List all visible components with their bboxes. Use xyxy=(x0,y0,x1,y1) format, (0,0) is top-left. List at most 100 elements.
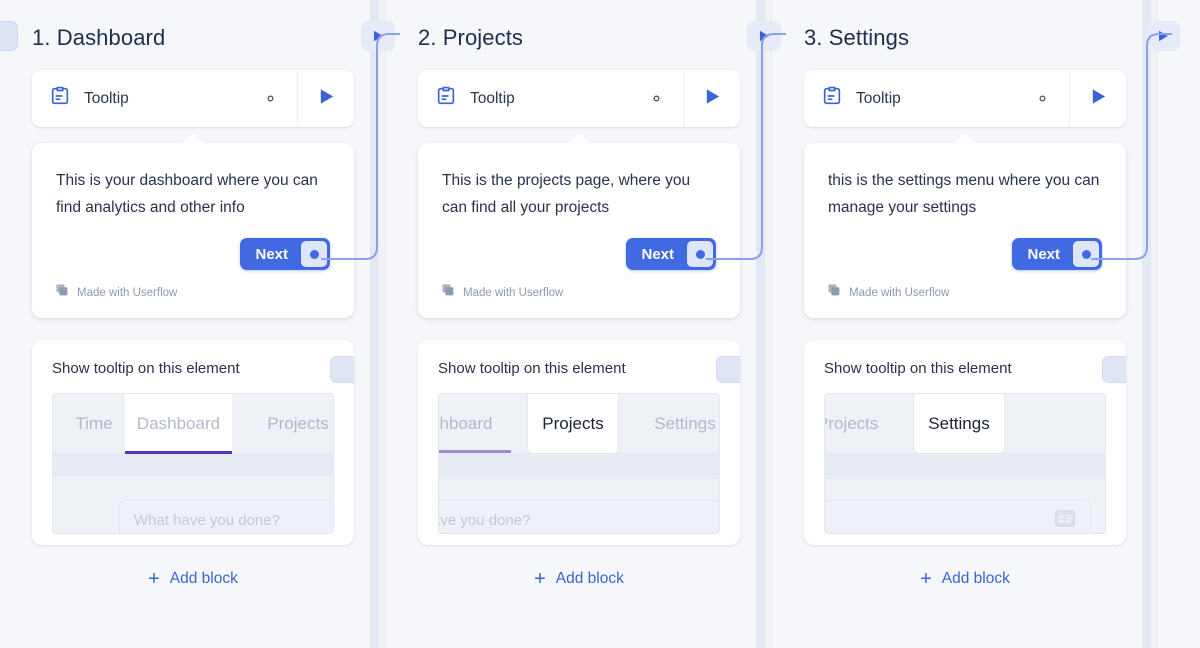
userflow-logo-icon xyxy=(56,284,69,302)
flow-column-3: 3. Settings Tooltip this is the settings… xyxy=(747,0,1180,648)
tooltip-step-label: Tooltip xyxy=(84,89,129,107)
next-connector-port[interactable] xyxy=(1073,241,1099,267)
app-preview-band xyxy=(439,454,719,479)
app-tab-settings[interactable]: Settings xyxy=(913,394,1005,454)
add-block-label: Add block xyxy=(555,570,624,587)
app-preview-input[interactable]: What have you done? xyxy=(119,500,333,533)
play-button[interactable] xyxy=(1069,70,1126,127)
next-connector-port[interactable] xyxy=(301,241,327,267)
app-preview-tabs: shboard Projects Settings xyxy=(439,394,719,454)
tooltip-actions: Next xyxy=(52,238,334,270)
app-preview-band xyxy=(825,454,1105,479)
column-title: 1. Dashboard xyxy=(32,25,166,50)
add-block-button[interactable]: + Add block xyxy=(32,569,354,589)
tooltip-footer-label: Made with Userflow xyxy=(849,287,950,299)
tooltip-actions: Next xyxy=(824,238,1106,270)
app-preview-tabs: Projects Settings xyxy=(825,394,1105,454)
app-preview-tabs: Time Dashboard Projects xyxy=(53,394,333,454)
column-divider xyxy=(1142,0,1158,648)
tooltip-step-header[interactable]: Tooltip xyxy=(804,70,1126,127)
app-tab-settings[interactable]: Settings xyxy=(635,394,719,454)
play-button[interactable] xyxy=(683,70,740,127)
target-element-card: Show tooltip on this element shboard Pro… xyxy=(418,340,740,545)
gear-icon[interactable] xyxy=(261,89,280,108)
play-button[interactable] xyxy=(297,70,354,127)
target-element-title-row: Show tooltip on this element xyxy=(438,360,720,377)
column-title: 3. Settings xyxy=(804,25,910,50)
tooltip-footer-label: Made with Userflow xyxy=(77,287,178,299)
left-edge-connector-badge[interactable] xyxy=(0,21,18,51)
flow-column-2: 2. Projects Tooltip This is the projects… xyxy=(361,0,772,648)
contact-card-icon xyxy=(1055,510,1075,532)
next-button-label: Next xyxy=(1027,245,1060,263)
add-block-label: Add block xyxy=(941,570,1010,587)
app-preview-input[interactable] xyxy=(825,500,1091,533)
target-element-card: Show tooltip on this element Projects Se… xyxy=(804,340,1126,545)
tooltip-step-header-main[interactable]: Tooltip xyxy=(804,70,1069,127)
column-divider xyxy=(370,0,386,648)
app-tab-dashboard[interactable]: shboard xyxy=(439,394,525,454)
app-preview-body: What have you done? xyxy=(53,454,333,533)
tooltip-text: this is the settings menu where you can … xyxy=(828,172,1100,216)
target-element-title-row: Show tooltip on this element xyxy=(52,360,334,377)
app-preview-input[interactable]: ave you done? xyxy=(439,500,719,533)
app-preview: Time Dashboard Projects What have you do… xyxy=(52,393,334,534)
tooltip-step-label: Tooltip xyxy=(470,89,515,107)
target-element-toggle[interactable] xyxy=(1102,356,1126,383)
app-preview-band xyxy=(53,454,333,476)
arrow-right-icon xyxy=(1155,28,1171,44)
add-block-button[interactable]: + Add block xyxy=(804,569,1126,589)
gear-icon[interactable] xyxy=(1033,89,1052,108)
incoming-arrow-badge[interactable] xyxy=(361,21,395,51)
target-element-card: Show tooltip on this element Time Dashbo… xyxy=(32,340,354,545)
divider-stripe xyxy=(756,0,765,648)
plus-icon: + xyxy=(148,568,160,590)
tooltip-preview-bubble: This is the projects page, where you can… xyxy=(418,143,740,318)
tooltip-step-header[interactable]: Tooltip xyxy=(32,70,354,127)
plus-icon: + xyxy=(920,568,932,590)
app-tab-projects[interactable]: Projects xyxy=(527,394,619,454)
plus-icon: + xyxy=(534,568,546,590)
target-element-title: Show tooltip on this element xyxy=(438,360,626,377)
target-element-toggle[interactable] xyxy=(716,356,740,383)
app-preview-body: ave you done? xyxy=(439,454,719,533)
next-button-label: Next xyxy=(255,245,288,263)
app-preview-body xyxy=(825,454,1105,533)
column-title: 2. Projects xyxy=(418,25,524,50)
app-tab-projects[interactable]: Projects xyxy=(825,394,917,454)
divider-stripe xyxy=(370,0,379,648)
incoming-arrow-badge[interactable] xyxy=(747,21,781,51)
tooltip-preview-bubble: This is your dashboard where you can fin… xyxy=(32,143,354,318)
tooltip-step-label: Tooltip xyxy=(856,89,901,107)
tooltip-footer: Made with Userflow xyxy=(824,284,1106,306)
gear-icon[interactable] xyxy=(647,89,666,108)
next-button[interactable]: Next xyxy=(240,238,330,270)
tooltip-footer: Made with Userflow xyxy=(52,284,334,306)
clipboard-icon xyxy=(49,85,71,112)
next-button[interactable]: Next xyxy=(1012,238,1102,270)
target-element-title: Show tooltip on this element xyxy=(824,360,1012,377)
add-block-button[interactable]: + Add block xyxy=(418,569,740,589)
app-tab-projects[interactable]: Projects xyxy=(243,394,333,454)
tooltip-text: This is your dashboard where you can fin… xyxy=(56,172,318,216)
tooltip-text: This is the projects page, where you can… xyxy=(442,172,691,216)
arrow-right-icon xyxy=(756,28,772,44)
outgoing-arrow-badge[interactable] xyxy=(1146,21,1180,51)
app-tab-dashboard[interactable]: Dashboard xyxy=(125,394,232,454)
tooltip-step-header-main[interactable]: Tooltip xyxy=(418,70,683,127)
target-element-toggle[interactable] xyxy=(330,356,354,383)
clipboard-icon xyxy=(435,85,457,112)
userflow-logo-icon xyxy=(828,284,841,302)
next-connector-port[interactable] xyxy=(687,241,713,267)
next-button[interactable]: Next xyxy=(626,238,716,270)
arrow-right-icon xyxy=(370,28,386,44)
tooltip-step-header[interactable]: Tooltip xyxy=(418,70,740,127)
tooltip-footer: Made with Userflow xyxy=(438,284,720,306)
play-icon xyxy=(317,87,336,111)
app-preview: shboard Projects Settings ave you done? xyxy=(438,393,720,534)
tooltip-step-header-main[interactable]: Tooltip xyxy=(32,70,297,127)
target-element-title: Show tooltip on this element xyxy=(52,360,240,377)
play-icon xyxy=(1089,87,1108,111)
clipboard-icon xyxy=(821,85,843,112)
column-header-1: 1. Dashboard xyxy=(32,0,354,70)
